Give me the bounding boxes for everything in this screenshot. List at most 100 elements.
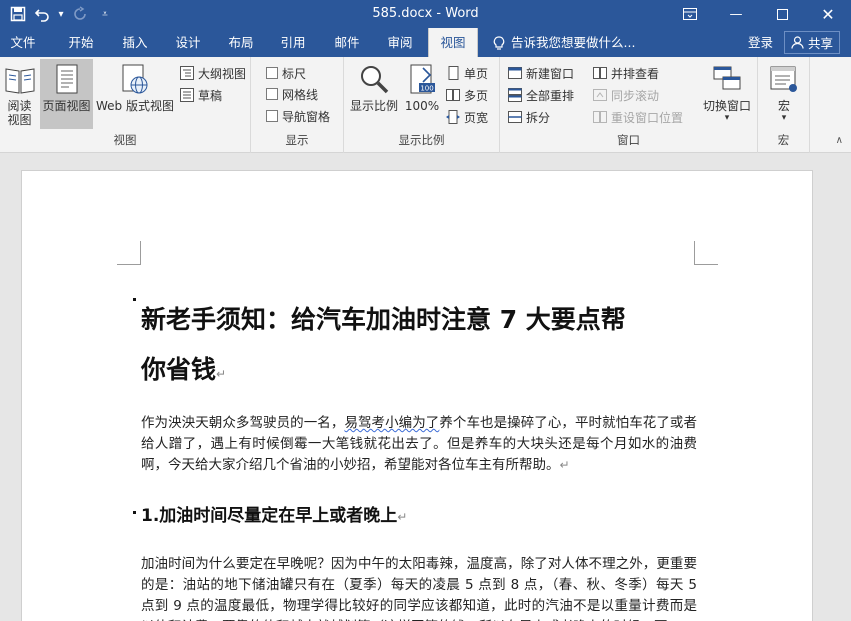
page-width-button[interactable]: 页宽: [446, 107, 488, 127]
page-width-label: 页宽: [464, 110, 489, 125]
tab-design[interactable]: 设计: [165, 28, 211, 57]
page-width-icon: [446, 110, 460, 124]
reset-position-icon: [593, 111, 607, 123]
arrange-all-button[interactable]: 全部重排: [508, 85, 574, 105]
zoom-100-label: 100%: [404, 99, 440, 113]
lightbulb-icon: [493, 35, 505, 50]
document-page[interactable]: 新老手须知：给汽车加油时注意 7 大要点帮 你省钱↵ 作为泱泱天朝众多驾驶员的一…: [21, 170, 813, 621]
group-zoom-label: 显示比例: [398, 133, 445, 147]
ribbon-display-icon: [683, 8, 697, 20]
magnifier-icon: [361, 66, 389, 94]
reset-window-position-button[interactable]: 重设窗口位置: [593, 107, 683, 127]
zoom-button[interactable]: 显示比例: [347, 59, 401, 129]
tab-review[interactable]: 审阅: [377, 28, 423, 57]
close-icon: ✕: [821, 4, 835, 24]
macros-label: 宏: [777, 99, 790, 113]
tell-me-text: 告诉我您想要做什么...: [511, 35, 636, 50]
chevron-up-icon: ∧: [835, 135, 843, 146]
multi-page-icon: [446, 89, 460, 101]
group-window: 新建窗口 全部重排 拆分 并排查看 同步滚动 重设窗口位置 切换窗口 ▾ 窗口: [500, 57, 758, 153]
switch-windows-label: 切换窗口: [702, 99, 751, 113]
intro-text-spellcheck: 易驾考小编为了: [344, 415, 440, 431]
document-area[interactable]: 新老手须知：给汽车加油时注意 7 大要点帮 你省钱↵ 作为泱泱天朝众多驾驶员的一…: [0, 153, 851, 621]
multi-page-button[interactable]: 多页: [446, 85, 488, 105]
heading-marker: [133, 298, 136, 301]
group-zoom: 显示比例 100 100% 单页 多页 页宽 显示比例: [344, 57, 500, 153]
ruler-checkbox[interactable]: 标尺: [266, 63, 306, 83]
collapse-ribbon-button[interactable]: ∧: [836, 135, 843, 146]
read-mode-button[interactable]: 阅读 视图: [1, 59, 38, 129]
draft-icon: [180, 88, 194, 102]
ribbon-display-options-button[interactable]: [667, 0, 713, 28]
margin-corner-top-right: [694, 241, 718, 265]
reset-window-position-label: 重设窗口位置: [611, 110, 684, 125]
split-button[interactable]: 拆分: [508, 107, 550, 127]
document-title[interactable]: 新老手须知：给汽车加油时注意 7 大要点帮 你省钱↵: [141, 295, 701, 399]
chevron-down-icon: ▾: [781, 113, 787, 123]
person-icon: [791, 36, 804, 49]
tab-references[interactable]: 引用: [270, 28, 316, 57]
side-by-side-icon: [593, 67, 607, 79]
nav-pane-check: [266, 110, 278, 122]
outline-label: 大纲视图: [198, 66, 247, 81]
maximize-button[interactable]: [759, 0, 805, 28]
print-layout-button[interactable]: 页面视图: [40, 59, 93, 129]
sync-scroll-button[interactable]: 同步滚动: [593, 85, 659, 105]
switch-windows-button[interactable]: 切换窗口 ▾: [699, 59, 755, 129]
one-page-button[interactable]: 单页: [446, 63, 488, 83]
tab-mailings[interactable]: 邮件: [324, 28, 370, 57]
macros-button[interactable]: 宏 ▾: [764, 59, 804, 129]
heading-marker: [133, 511, 136, 514]
page-icon: [56, 64, 77, 94]
tell-me-search[interactable]: 告诉我您想要做什么...: [493, 28, 635, 57]
tab-layout[interactable]: 布局: [218, 28, 264, 57]
sign-in-link[interactable]: 登录: [748, 28, 773, 57]
body-paragraph-1[interactable]: 加油时间为什么要定在早晚呢？因为中午的太阳毒辣，温度高，除了对人体不理之外，更重…: [141, 554, 697, 621]
print-layout-label: 页面视图: [42, 99, 91, 113]
paragraph-mark: ↵: [216, 367, 227, 381]
new-window-icon: [508, 67, 522, 79]
zoom-100-icon: 100: [410, 64, 435, 94]
intro-paragraph[interactable]: 作为泱泱天朝众多驾驶员的一名，易驾考小编为了养个车也是操碎了心，平时就怕车花了或…: [141, 413, 697, 476]
minimize-icon: —: [729, 6, 743, 22]
book-icon: [5, 68, 34, 94]
draft-label: 草稿: [198, 88, 223, 103]
switch-windows-icon: [713, 66, 741, 90]
draft-button[interactable]: 草稿: [180, 85, 222, 105]
close-button[interactable]: ✕: [805, 0, 851, 28]
chevron-down-icon: ▾: [724, 113, 730, 123]
group-show-label: 显示: [285, 133, 309, 147]
side-by-side-button[interactable]: 并排查看: [593, 63, 659, 83]
ribbon-tabs: 文件 开始 插入 设计 布局 引用 邮件 审阅 视图 告诉我您想要做什么... …: [0, 28, 851, 57]
new-window-label: 新建窗口: [526, 66, 575, 81]
group-macros-label: 宏: [777, 133, 790, 147]
share-button[interactable]: 共享: [784, 31, 840, 54]
tab-home[interactable]: 开始: [58, 28, 104, 57]
paragraph-mark: ↵: [559, 458, 570, 472]
group-show: 标尺 网格线 导航窗格 显示: [251, 57, 344, 153]
web-layout-label: Web 版式视图: [96, 99, 174, 113]
gridlines-label: 网格线: [282, 87, 319, 102]
gridlines-checkbox[interactable]: 网格线: [266, 84, 318, 104]
outline-button[interactable]: 大纲视图: [180, 63, 246, 83]
split-label: 拆分: [526, 110, 551, 125]
web-layout-button[interactable]: Web 版式视图: [94, 59, 176, 129]
minimize-button[interactable]: —: [713, 0, 759, 28]
tab-insert[interactable]: 插入: [112, 28, 158, 57]
tab-view[interactable]: 视图: [428, 28, 478, 57]
tab-file[interactable]: 文件: [0, 28, 46, 57]
new-window-button[interactable]: 新建窗口: [508, 63, 574, 83]
ruler-check: [266, 67, 278, 79]
zoom-100-button[interactable]: 100 100%: [402, 59, 442, 129]
globe-page-icon: [122, 64, 148, 94]
read-mode-label: 阅读 视图: [7, 99, 32, 127]
share-label: 共享: [807, 36, 833, 51]
sync-scroll-icon: [593, 89, 607, 101]
nav-pane-checkbox[interactable]: 导航窗格: [266, 106, 330, 126]
section-heading-1-text: 1.加油时间尽量定在早上或者晚上: [141, 506, 398, 526]
section-heading-1[interactable]: 1.加油时间尽量定在早上或者晚上↵: [141, 501, 407, 526]
document-title-line1: 新老手须知：给汽车加油时注意 7 大要点帮: [141, 305, 626, 334]
outline-icon: [180, 66, 194, 80]
arrange-all-icon: [508, 88, 522, 102]
one-page-icon: [448, 66, 459, 80]
